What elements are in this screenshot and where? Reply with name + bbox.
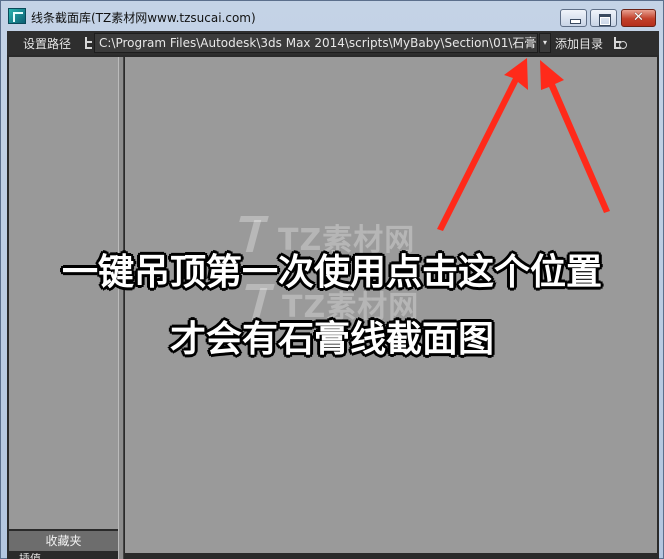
- close-icon: ✕: [633, 10, 644, 25]
- maximize-icon: [591, 10, 616, 26]
- add-tree-icon[interactable]: [611, 35, 627, 51]
- minimize-icon: [561, 10, 586, 26]
- set-path-button[interactable]: 设置路径: [23, 35, 71, 52]
- path-combobox[interactable]: C:\Program Files\Autodesk\3ds Max 2014\s…: [94, 33, 538, 53]
- panel-splitter[interactable]: [118, 57, 124, 559]
- add-directory-button[interactable]: 添加目录: [555, 35, 603, 52]
- interpolation-label: 插值: [19, 553, 41, 559]
- title-bar[interactable]: 线条截面库(TZ素材网www.tzsucai.com) ✕: [1, 1, 663, 31]
- window-title: 线条截面库(TZ素材网www.tzsucai.com): [31, 11, 256, 25]
- close-button[interactable]: ✕: [621, 9, 656, 27]
- path-dropdown-button[interactable]: ▾: [539, 33, 551, 53]
- instruction-caption-line-1: 一键吊顶第一次使用点击这个位置: [61, 251, 603, 294]
- instruction-caption-line-2: 才会有石膏线截面图: [169, 318, 495, 361]
- maximize-button[interactable]: [590, 9, 617, 27]
- app-icon: [8, 8, 26, 24]
- minimize-button[interactable]: [560, 9, 587, 27]
- favorites-button[interactable]: 收藏夹: [9, 531, 118, 551]
- toolbar: 设置路径 C:\Program Files\Autodesk\3ds Max 2…: [7, 31, 659, 55]
- chevron-down-icon: ▾: [542, 38, 547, 47]
